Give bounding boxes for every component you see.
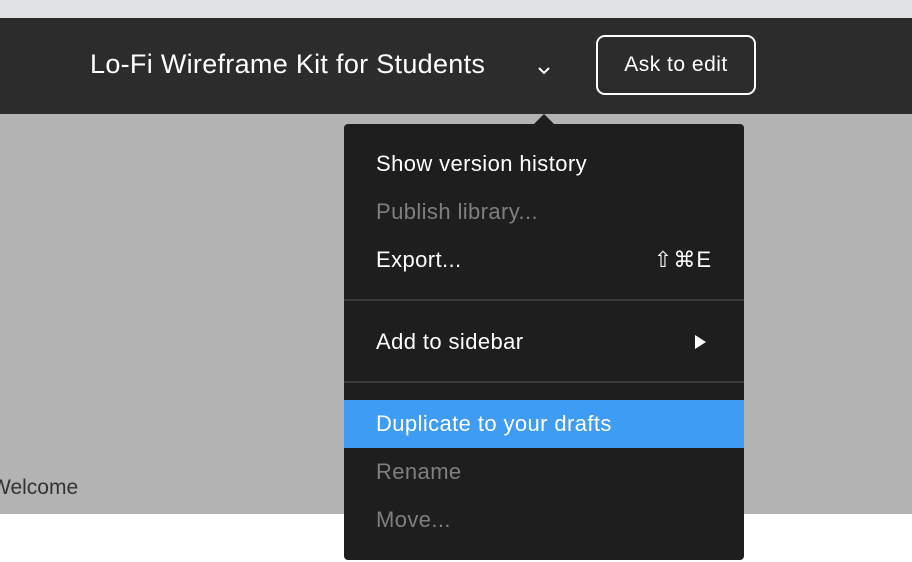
- menu-item-rename: Rename: [344, 448, 744, 496]
- menu-item-duplicate-to-drafts[interactable]: Duplicate to your drafts: [344, 400, 744, 448]
- menu-item-label: Move...: [376, 507, 451, 532]
- menu-item-label: Duplicate to your drafts: [376, 411, 612, 436]
- menu-item-label: Show version history: [376, 151, 587, 176]
- submenu-arrow-icon: [695, 335, 706, 349]
- frame-label-welcome[interactable]: Welcome: [0, 476, 78, 500]
- file-dropdown-menu: Show version history Publish library... …: [344, 124, 744, 560]
- chevron-down-icon[interactable]: [535, 62, 553, 80]
- menu-item-export[interactable]: Export... ⇧⌘E: [344, 236, 744, 284]
- export-shortcut: ⇧⌘E: [653, 247, 712, 272]
- menu-item-show-version-history[interactable]: Show version history: [344, 140, 744, 188]
- menu-item-label: Add to sidebar: [376, 329, 524, 354]
- file-header: Lo-Fi Wireframe Kit for Students Ask to …: [0, 18, 912, 114]
- menu-item-label: Rename: [376, 459, 462, 484]
- app-window: Lo-Fi Wireframe Kit for Students Ask to …: [0, 0, 912, 562]
- menu-divider: [344, 299, 744, 301]
- browser-top-strip: [0, 0, 912, 18]
- menu-divider: [344, 381, 744, 383]
- menu-item-move: Move...: [344, 496, 744, 544]
- menu-item-label: Publish library...: [376, 199, 539, 224]
- menu-item-publish-library: Publish library...: [344, 188, 744, 236]
- ask-to-edit-button[interactable]: Ask to edit: [596, 35, 756, 95]
- menu-item-label: Export...: [376, 247, 462, 272]
- file-title[interactable]: Lo-Fi Wireframe Kit for Students: [90, 49, 485, 80]
- menu-item-add-to-sidebar[interactable]: Add to sidebar: [344, 318, 744, 366]
